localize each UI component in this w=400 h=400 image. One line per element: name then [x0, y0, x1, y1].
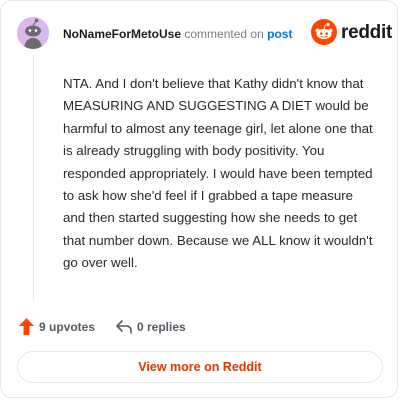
- embed-card: NoNameForMetoUse commented on post reddi…: [0, 0, 398, 398]
- thread-line: [33, 55, 34, 301]
- comment-actions: 9 upvotes 0 replies: [19, 317, 319, 337]
- commented-on-text: commented on: [184, 27, 264, 41]
- comment-body: NTA. And I don't believe that Kathy didn…: [63, 76, 373, 271]
- snoo-avatar-icon: [17, 17, 49, 49]
- byline: NoNameForMetoUse commented on post: [63, 27, 292, 41]
- replies-count: 0 replies: [137, 320, 186, 334]
- reply-arrow-icon: [116, 320, 132, 334]
- reddit-logo-icon: [311, 19, 337, 45]
- reddit-brand[interactable]: reddit: [311, 19, 392, 47]
- avatar[interactable]: [17, 17, 49, 49]
- upvotes-count: 9 upvotes: [39, 320, 96, 334]
- reply-button[interactable]: 0 replies: [115, 317, 215, 337]
- upvote-arrow-icon: [19, 318, 34, 335]
- upvote-button[interactable]: 9 upvotes: [19, 317, 99, 337]
- comment-header: NoNameForMetoUse commented on post reddi…: [17, 17, 392, 51]
- view-more-button[interactable]: View more on Reddit: [17, 351, 383, 383]
- post-link[interactable]: post: [267, 27, 292, 41]
- reddit-wordmark: reddit: [341, 22, 392, 43]
- author-username[interactable]: NoNameForMetoUse: [63, 27, 181, 41]
